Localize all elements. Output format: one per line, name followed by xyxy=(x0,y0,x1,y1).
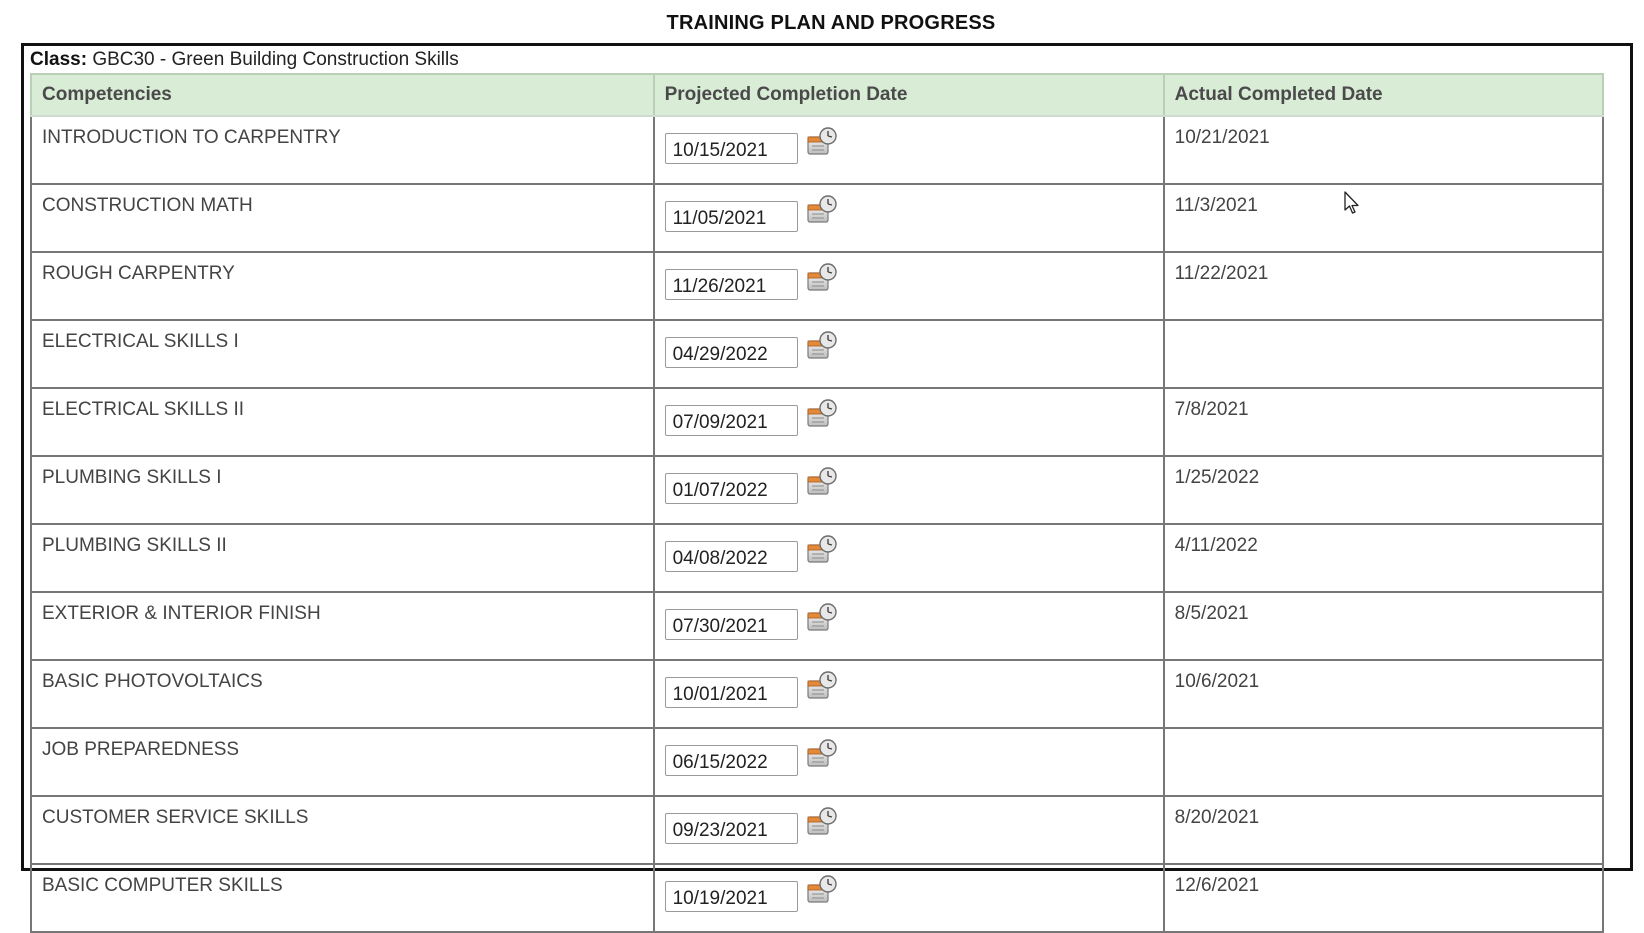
projected-date-input[interactable] xyxy=(664,269,798,300)
table-row: EXTERIOR & INTERIOR FINISH 8/5/2021 xyxy=(30,591,1605,661)
table-row: ROUGH CARPENTRY 11/22/2021 xyxy=(30,251,1605,321)
calendar-picker-icon[interactable] xyxy=(805,533,839,567)
calendar-picker-icon[interactable] xyxy=(805,465,839,499)
projected-date-input[interactable] xyxy=(664,677,798,708)
actual-date: 12/6/2021 xyxy=(1162,863,1605,933)
calendar-picker-icon[interactable] xyxy=(805,873,839,907)
projected-date-cell xyxy=(652,795,1165,865)
date-picker-group xyxy=(664,805,1153,853)
header-actual-date: Actual Completed Date xyxy=(1162,73,1605,117)
competency-name: JOB PREPAREDNESS xyxy=(30,727,655,797)
date-picker-group xyxy=(664,261,1153,309)
date-picker-group xyxy=(664,329,1153,377)
projected-date-input[interactable] xyxy=(664,541,798,572)
projected-date-input[interactable] xyxy=(664,337,798,368)
competency-name: EXTERIOR & INTERIOR FINISH xyxy=(30,591,655,661)
actual-date: 11/3/2021 xyxy=(1162,183,1605,253)
table-row: BASIC COMPUTER SKILLS 12/6/2021 xyxy=(30,863,1605,933)
actual-date xyxy=(1162,727,1605,797)
projected-date-input[interactable] xyxy=(664,745,798,776)
actual-date: 8/20/2021 xyxy=(1162,795,1605,865)
calendar-picker-icon[interactable] xyxy=(805,193,839,227)
projected-date-cell xyxy=(652,251,1165,321)
actual-date: 4/11/2022 xyxy=(1162,523,1605,593)
table-header-row: Competencies Projected Completion Date A… xyxy=(30,73,1605,117)
actual-date: 11/22/2021 xyxy=(1162,251,1605,321)
table-row: BASIC PHOTOVOLTAICS 10/6/2021 xyxy=(30,659,1605,729)
projected-date-cell xyxy=(652,387,1165,457)
date-picker-group xyxy=(664,737,1153,785)
table-row: CONSTRUCTION MATH 11/3/2021 xyxy=(30,183,1605,253)
actual-date xyxy=(1162,319,1605,389)
competencies-table: Competencies Projected Completion Date A… xyxy=(30,73,1605,933)
calendar-picker-icon[interactable] xyxy=(805,805,839,839)
actual-date: 7/8/2021 xyxy=(1162,387,1605,457)
projected-date-input[interactable] xyxy=(664,133,798,164)
calendar-picker-icon[interactable] xyxy=(805,261,839,295)
competency-name: ELECTRICAL SKILLS I xyxy=(30,319,655,389)
date-picker-group xyxy=(664,873,1153,921)
mouse-pointer-icon xyxy=(1344,191,1359,214)
projected-date-cell xyxy=(652,523,1165,593)
competency-name: CONSTRUCTION MATH xyxy=(30,183,655,253)
competency-name: ELECTRICAL SKILLS II xyxy=(30,387,655,457)
projected-date-cell xyxy=(652,455,1165,525)
competency-name: ROUGH CARPENTRY xyxy=(30,251,655,321)
competency-name: PLUMBING SKILLS I xyxy=(30,455,655,525)
calendar-picker-icon[interactable] xyxy=(805,329,839,363)
projected-date-cell xyxy=(652,319,1165,389)
projected-date-input[interactable] xyxy=(664,201,798,232)
competency-name: CUSTOMER SERVICE SKILLS xyxy=(30,795,655,865)
table-row: INTRODUCTION TO CARPENTRY 10/21/2021 xyxy=(30,115,1605,185)
projected-date-cell xyxy=(652,183,1165,253)
date-picker-group xyxy=(664,533,1153,581)
page-title: TRAINING PLAN AND PROGRESS xyxy=(666,12,996,34)
actual-date: 8/5/2021 xyxy=(1162,591,1605,661)
projected-date-cell xyxy=(652,727,1165,797)
table-row: PLUMBING SKILLS II 4/11/2022 xyxy=(30,523,1605,593)
competency-name: INTRODUCTION TO CARPENTRY xyxy=(30,115,655,185)
calendar-picker-icon[interactable] xyxy=(805,669,839,703)
date-picker-group xyxy=(664,125,1153,173)
table-row: ELECTRICAL SKILLS I xyxy=(30,319,1605,389)
date-picker-group xyxy=(664,193,1153,241)
table-row: PLUMBING SKILLS I 1/25/2022 xyxy=(30,455,1605,525)
date-picker-group xyxy=(664,669,1153,717)
header-projected-date: Projected Completion Date xyxy=(652,73,1165,117)
date-picker-group xyxy=(664,397,1153,445)
projected-date-input[interactable] xyxy=(664,813,798,844)
competency-name: BASIC PHOTOVOLTAICS xyxy=(30,659,655,729)
date-picker-group xyxy=(664,601,1153,649)
header-competencies: Competencies xyxy=(30,73,655,117)
projected-date-input[interactable] xyxy=(664,609,798,640)
projected-date-cell xyxy=(652,659,1165,729)
projected-date-cell xyxy=(652,863,1165,933)
table-row: ELECTRICAL SKILLS II 7/8/2021 xyxy=(30,387,1605,457)
projected-date-cell xyxy=(652,591,1165,661)
class-info: Class: GBC30 - Green Building Constructi… xyxy=(30,49,459,71)
actual-date: 1/25/2022 xyxy=(1162,455,1605,525)
calendar-picker-icon[interactable] xyxy=(805,125,839,159)
competency-name: BASIC COMPUTER SKILLS xyxy=(30,863,655,933)
projected-date-cell xyxy=(652,115,1165,185)
competency-name: PLUMBING SKILLS II xyxy=(30,523,655,593)
calendar-picker-icon[interactable] xyxy=(805,737,839,771)
calendar-picker-icon[interactable] xyxy=(805,397,839,431)
table-row: JOB PREPAREDNESS xyxy=(30,727,1605,797)
calendar-picker-icon[interactable] xyxy=(805,601,839,635)
class-value: GBC30 - Green Building Construction Skil… xyxy=(92,49,459,70)
table-row: CUSTOMER SERVICE SKILLS 8/20/2021 xyxy=(30,795,1605,865)
class-label: Class: xyxy=(30,49,88,70)
date-picker-group xyxy=(664,465,1153,513)
projected-date-input[interactable] xyxy=(664,405,798,436)
projected-date-input[interactable] xyxy=(664,473,798,504)
training-plan-panel: Class: GBC30 - Green Building Constructi… xyxy=(21,43,1633,933)
actual-date: 10/6/2021 xyxy=(1162,659,1605,729)
actual-date: 10/21/2021 xyxy=(1162,115,1605,185)
